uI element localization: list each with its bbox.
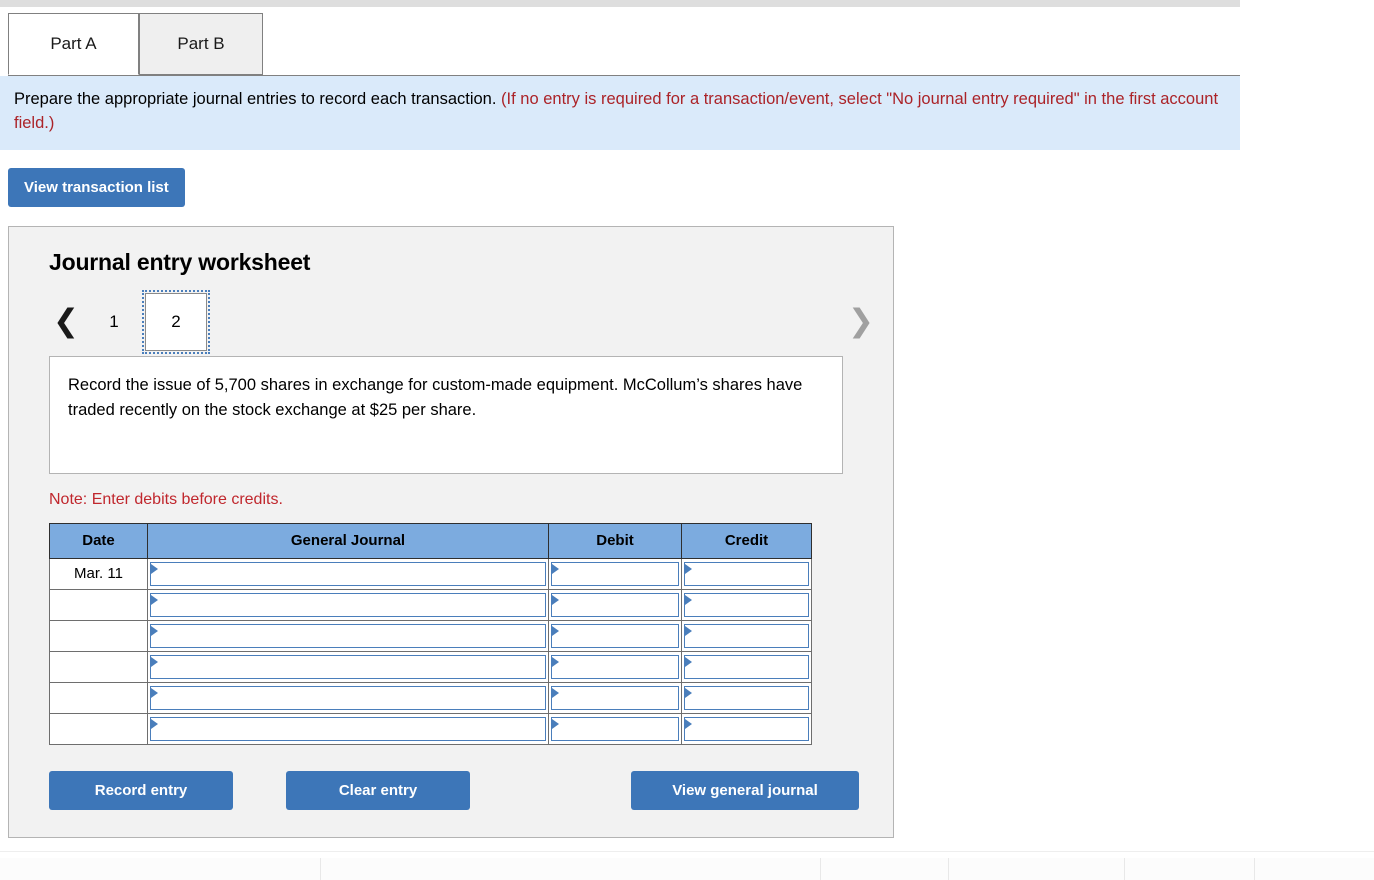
chevron-left-icon[interactable]: ❮ (49, 306, 83, 337)
journal-entry-table: Date General Journal Debit Credit Mar. 1… (49, 522, 812, 745)
cell-date-3[interactable] (49, 619, 148, 652)
cell-general-journal-6[interactable] (147, 712, 549, 745)
worksheet-actions: Record entry Clear entry View general jo… (49, 770, 859, 813)
view-general-journal-button[interactable]: View general journal (631, 770, 859, 810)
cell-credit-2[interactable] (681, 588, 812, 621)
bottom-table-divider (1124, 858, 1125, 880)
table-row (49, 588, 812, 621)
debit-input-3[interactable] (551, 623, 679, 648)
column-header-date: Date (49, 522, 148, 559)
cell-general-journal-2[interactable] (147, 588, 549, 621)
column-header-credit: Credit (681, 522, 812, 559)
column-header-debit: Debit (548, 522, 682, 559)
tabstrip: Part A Part B (0, 7, 1240, 76)
transaction-description: Record the issue of 5,700 shares in exch… (49, 355, 843, 474)
cell-credit-6[interactable] (681, 712, 812, 745)
cell-debit-3[interactable] (548, 619, 682, 652)
credit-input-2[interactable] (684, 592, 809, 617)
tab-part-b-label: Part B (177, 34, 225, 53)
bottom-divider (0, 851, 1374, 852)
page-button-2[interactable]: 2 (142, 289, 210, 354)
tabstrip-divider (8, 75, 1240, 76)
cell-general-journal-1[interactable] (147, 557, 549, 590)
bottom-table-divider (948, 858, 949, 880)
cell-debit-4[interactable] (548, 650, 682, 683)
view-transaction-list-button[interactable]: View transaction list (8, 167, 185, 207)
table-row (49, 650, 812, 683)
column-header-general-journal: General Journal (147, 522, 549, 559)
worksheet-title: Journal entry worksheet (49, 248, 311, 275)
table-row: Mar. 11 (49, 557, 812, 590)
tab-part-b[interactable]: Part B (139, 13, 263, 75)
cell-date-6[interactable] (49, 712, 148, 745)
clear-entry-button[interactable]: Clear entry (286, 770, 470, 810)
cell-general-journal-5[interactable] (147, 681, 549, 714)
content-column: Part A Part B Prepare the appropriate jo… (0, 7, 1240, 838)
cell-debit-6[interactable] (548, 712, 682, 745)
tab-part-a-label: Part A (50, 34, 97, 53)
cell-credit-4[interactable] (681, 650, 812, 683)
account-select-3[interactable] (150, 623, 546, 648)
table-row (49, 619, 812, 652)
view-transaction-list-wrap: View transaction list (0, 150, 1240, 207)
bottom-table-divider (820, 858, 821, 880)
debit-input-1[interactable] (551, 561, 679, 586)
table-row (49, 712, 812, 745)
cell-debit-1[interactable] (548, 557, 682, 590)
cell-date-1[interactable]: Mar. 11 (49, 557, 148, 590)
bottom-table-divider (1254, 858, 1255, 880)
debit-input-2[interactable] (551, 592, 679, 617)
record-entry-button[interactable]: Record entry (49, 770, 233, 810)
credit-input-5[interactable] (684, 685, 809, 710)
cell-date-2[interactable] (49, 588, 148, 621)
cell-date-4[interactable] (49, 650, 148, 683)
chevron-right-icon[interactable]: ❯ (844, 306, 878, 337)
page-button-1[interactable]: 1 (83, 312, 145, 332)
bottom-table-divider (320, 858, 321, 880)
debit-input-4[interactable] (551, 654, 679, 679)
journal-entry-worksheet-panel: Journal entry worksheet ❮ 1 2 ❯ Record t… (8, 225, 894, 838)
account-select-2[interactable] (150, 592, 546, 617)
account-select-4[interactable] (150, 654, 546, 679)
cell-general-journal-4[interactable] (147, 650, 549, 683)
debits-before-credits-note: Note: Enter debits before credits. (49, 490, 283, 508)
cell-credit-5[interactable] (681, 681, 812, 714)
cell-debit-5[interactable] (548, 681, 682, 714)
debit-input-6[interactable] (551, 716, 679, 741)
cell-date-5[interactable] (49, 681, 148, 714)
worksheet-pager: ❮ 1 2 ❯ (49, 289, 893, 354)
top-gray-bar (0, 0, 1240, 7)
debit-input-5[interactable] (551, 685, 679, 710)
cell-credit-1[interactable] (681, 557, 812, 590)
account-select-5[interactable] (150, 685, 546, 710)
cell-debit-2[interactable] (548, 588, 682, 621)
credit-input-3[interactable] (684, 623, 809, 648)
credit-input-1[interactable] (684, 561, 809, 586)
cell-credit-3[interactable] (681, 619, 812, 652)
account-select-1[interactable] (150, 561, 546, 586)
instruction-main: Prepare the appropriate journal entries … (14, 90, 497, 108)
credit-input-4[interactable] (684, 654, 809, 679)
account-select-6[interactable] (150, 716, 546, 741)
credit-input-6[interactable] (684, 716, 809, 741)
table-header-row: Date General Journal Debit Credit (49, 522, 812, 559)
instruction-banner: Prepare the appropriate journal entries … (0, 76, 1240, 150)
cell-general-journal-3[interactable] (147, 619, 549, 652)
table-row (49, 681, 812, 714)
tab-part-a[interactable]: Part A (8, 13, 139, 75)
bottom-partial-table (0, 858, 1374, 880)
